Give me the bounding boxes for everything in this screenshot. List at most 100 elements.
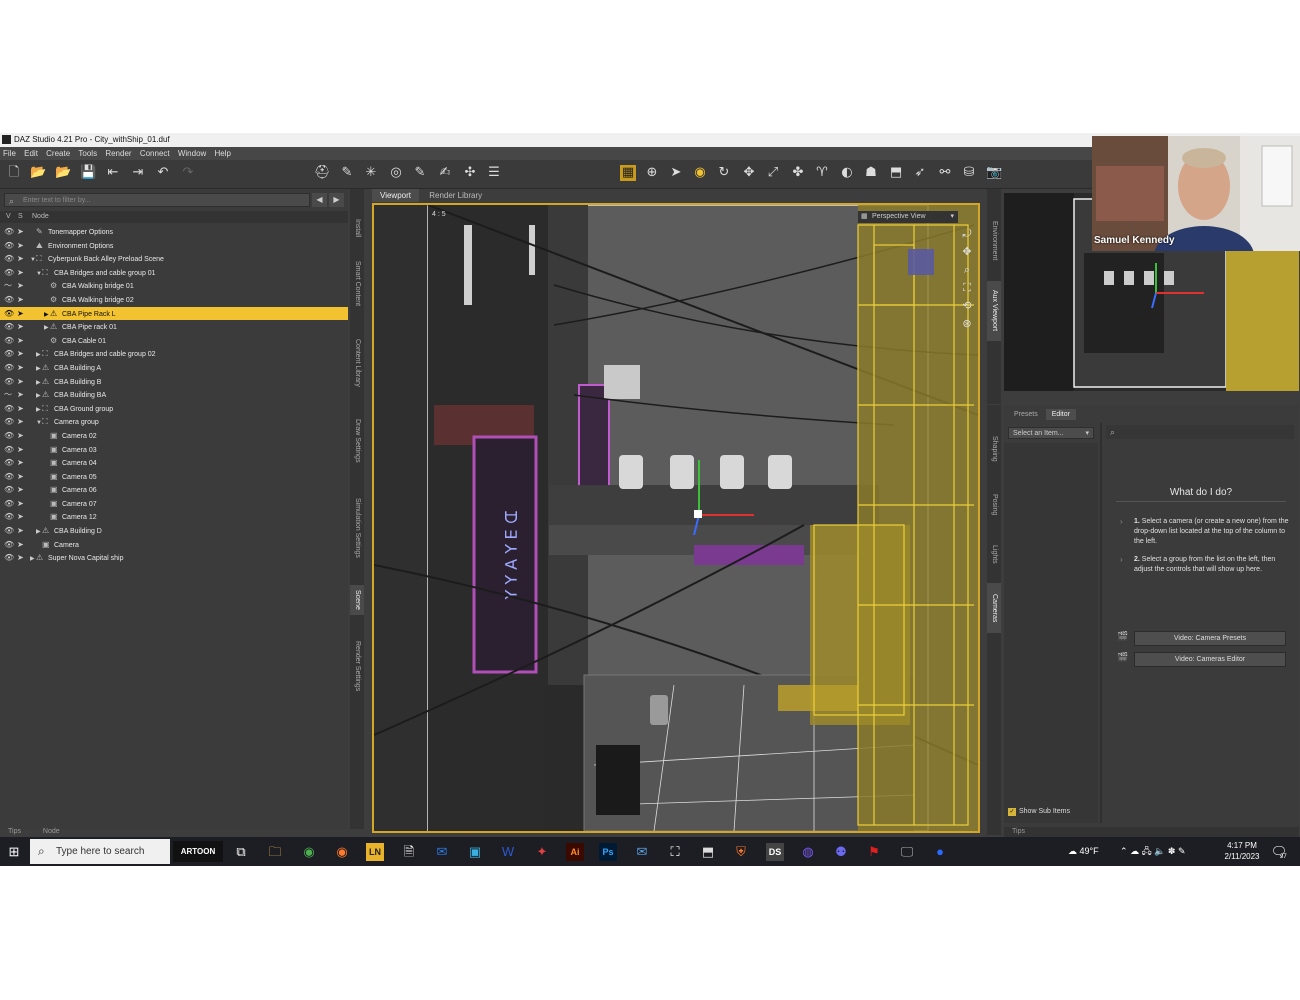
visibility-eye-icon[interactable]: 👁 — [4, 334, 14, 348]
selectable-cursor-icon[interactable]: ➤ — [17, 470, 24, 484]
illustrator-button[interactable]: Ai — [566, 843, 584, 861]
tab-presets[interactable]: Presets — [1008, 409, 1044, 420]
pointer-icon[interactable]: ➤ — [668, 165, 684, 181]
create-light-icon[interactable]: ✎ — [339, 165, 355, 181]
selectable-cursor-icon[interactable]: ➤ — [17, 456, 24, 470]
kdenlive-icon[interactable]: ⬒ — [699, 843, 717, 861]
word-icon[interactable]: W — [499, 843, 517, 861]
vtab-lights[interactable]: Lights — [987, 537, 1001, 571]
selectable-cursor-icon[interactable]: ➤ — [17, 429, 24, 443]
vtab-aux-viewport[interactable]: Aux Viewport — [987, 281, 1001, 341]
visibility-eye-icon[interactable]: 👁 — [4, 402, 14, 416]
chevron-up-icon[interactable]: ⌃ — [1120, 846, 1128, 856]
tree-row[interactable]: 👁 ➤ ▣ Camera 12 — [0, 510, 348, 524]
visibility-eye-icon[interactable]: 👁 — [4, 375, 14, 389]
visibility-eye-icon[interactable]: 👁 — [4, 225, 14, 239]
vtab-shaping[interactable]: Shaping — [987, 427, 1001, 471]
scene-forward-button[interactable]: ▶ — [329, 193, 344, 207]
taskbar-search-input[interactable]: ⌕ Type here to search — [30, 839, 170, 864]
task-view-icon[interactable]: ⧉ — [232, 843, 250, 861]
tree-row[interactable]: 👁 ➤ ▣ Camera 06 — [0, 483, 348, 497]
network-icon[interactable]: 🖧 — [1142, 846, 1152, 856]
create-figure-icon[interactable]: ⛑ — [314, 165, 331, 181]
visibility-eye-icon[interactable]: 👁 — [4, 347, 14, 361]
spot-render-icon[interactable]: ☗ — [863, 165, 879, 181]
tree-row[interactable]: 👁 ➤ ⚙ CBA Cable 01 — [0, 334, 348, 348]
universal-tool-icon[interactable]: ▦ — [620, 165, 636, 181]
scene-back-button[interactable]: ◀ — [312, 193, 327, 207]
selectable-cursor-icon[interactable]: ➤ — [17, 538, 24, 552]
zoom-icon[interactable]: ⌕ — [960, 261, 974, 279]
acrobat-icon[interactable]: ⚑ — [865, 843, 883, 861]
volume-icon[interactable]: 🔈 — [1154, 846, 1165, 856]
column-selectable[interactable]: S — [18, 211, 23, 223]
shield-icon[interactable]: ⛨ — [732, 843, 750, 861]
merge-file-icon[interactable]: 📂 — [55, 165, 71, 181]
vtab-simulation-settings[interactable]: Simulation Settings — [350, 485, 364, 571]
visibility-eye-icon[interactable]: 👁 — [4, 415, 14, 429]
pan-icon[interactable]: ✥ — [960, 243, 974, 261]
clock[interactable]: 4:17 PM 2/11/2023 — [1222, 840, 1262, 862]
app-tray-icon[interactable]: ✽ — [1168, 846, 1176, 856]
selectable-cursor-icon[interactable]: ➤ — [17, 252, 24, 266]
visibility-eye-icon[interactable]: 〜 — [4, 388, 12, 402]
visibility-eye-icon[interactable]: 👁 — [4, 538, 14, 552]
active-pose-icon[interactable]: ◉ — [692, 165, 708, 181]
reset-view-icon[interactable]: ⟲ — [960, 297, 974, 315]
tab-node[interactable]: Node — [43, 828, 60, 835]
selectable-cursor-icon[interactable]: ➤ — [17, 334, 24, 348]
tree-row[interactable]: 〜 ➤ ⚙ CBA Walking bridge 01 — [0, 279, 348, 293]
selectable-cursor-icon[interactable]: ➤ — [17, 320, 24, 334]
tree-row[interactable]: 👁 ➤ ▶⚠ CBA Building D — [0, 524, 348, 538]
open-file-icon[interactable]: 📂 — [30, 165, 46, 181]
show-sub-items-checkbox[interactable]: ✓ Show Sub Items — [1008, 808, 1070, 816]
distant-light-icon[interactable]: ✎ — [412, 165, 428, 181]
visibility-eye-icon[interactable]: 👁 — [4, 239, 14, 253]
video-camera-presets-button[interactable]: Video: Camera Presets — [1134, 631, 1286, 646]
menu-render[interactable]: Render — [105, 149, 131, 158]
tree-row[interactable]: 👁 ➤ ▶⛶ CBA Ground group — [0, 402, 348, 416]
tree-row[interactable]: 👁 ➤ ▶⚠ CBA Pipe rack 01 — [0, 320, 348, 334]
vtab-environment[interactable]: Environment — [987, 211, 1001, 271]
save-icon[interactable]: 💾 — [80, 165, 96, 181]
vtab-draw-settings[interactable]: Draw Settings — [350, 411, 364, 471]
weather-widget[interactable]: ☁ 49°F — [1068, 837, 1099, 866]
selectable-cursor-icon[interactable]: ➤ — [17, 347, 24, 361]
tree-row[interactable]: 〜 ➤ ▶⚠ CBA Building BA — [0, 388, 348, 402]
tree-row[interactable]: 👁 ➤ ▣ Camera 02 — [0, 429, 348, 443]
selectable-cursor-icon[interactable]: ➤ — [17, 497, 24, 511]
selectable-cursor-icon[interactable]: ➤ — [17, 483, 24, 497]
tree-row[interactable]: 👁 ➤ ▶⚠ Super Nova Capital ship — [0, 551, 348, 565]
windows-start-icon[interactable]: ⊞ — [5, 843, 23, 861]
tab-viewport[interactable]: Viewport — [372, 189, 419, 202]
redo-icon[interactable]: ↷ — [180, 165, 196, 181]
selectable-cursor-icon[interactable]: ➤ — [17, 361, 24, 375]
screen-capture-icon[interactable]: ▣ — [466, 843, 484, 861]
visibility-eye-icon[interactable]: 〜 — [4, 279, 12, 293]
tree-row[interactable]: 👁 ➤ ▶⚠ CBA Building B — [0, 375, 348, 389]
render-settings-icon[interactable]: ⛁ — [961, 165, 977, 181]
remote-desktop-icon[interactable]: 🖵 — [898, 843, 916, 861]
vtab-content-library[interactable]: Content Library — [350, 329, 364, 397]
orbit-icon[interactable]: ⤾ — [960, 225, 974, 243]
daz-studio-button[interactable]: DS — [766, 843, 784, 861]
toolbar-menu-icon[interactable]: ☰ — [486, 165, 502, 181]
render-camera-icon[interactable]: 📷 — [986, 165, 1002, 181]
teams-icon[interactable]: ⚉ — [832, 843, 850, 861]
tree-row[interactable]: 👁 ➤ ▣ Camera — [0, 538, 348, 552]
tree-row-selected[interactable]: 👁 ➤ ▶⚠ CBA Pipe Rack L — [0, 306, 348, 321]
import-icon[interactable]: ⇤ — [105, 165, 121, 181]
slack-icon[interactable]: ✦ — [533, 843, 551, 861]
tree-row[interactable]: 👁 ➤ ▣ Camera 03 — [0, 443, 348, 457]
selectable-cursor-icon[interactable]: ➤ — [17, 524, 24, 538]
visibility-eye-icon[interactable]: 👁 — [4, 510, 14, 524]
visibility-eye-icon[interactable]: 👁 — [4, 443, 14, 457]
column-node[interactable]: Node — [32, 211, 49, 223]
3d-viewport[interactable]: ᗪ ∃ ⅄ ∀ ⅄ ⅄ 4: 5 ▦ Perspective View ▾ ⤾… — [372, 203, 980, 833]
view-select-dropdown[interactable]: ▦ Perspective View ▾ — [858, 211, 958, 223]
spotlight-icon[interactable]: ✳ — [363, 165, 379, 181]
geometry-editor-icon[interactable]: ♈ — [814, 165, 830, 181]
tree-row[interactable]: 👁 ➤ ▼⛶ Cyberpunk Back Alley Preload Scene — [0, 252, 348, 266]
undo-icon[interactable]: ↶ — [155, 165, 171, 181]
region-select-icon[interactable]: ⬒ — [888, 165, 904, 181]
